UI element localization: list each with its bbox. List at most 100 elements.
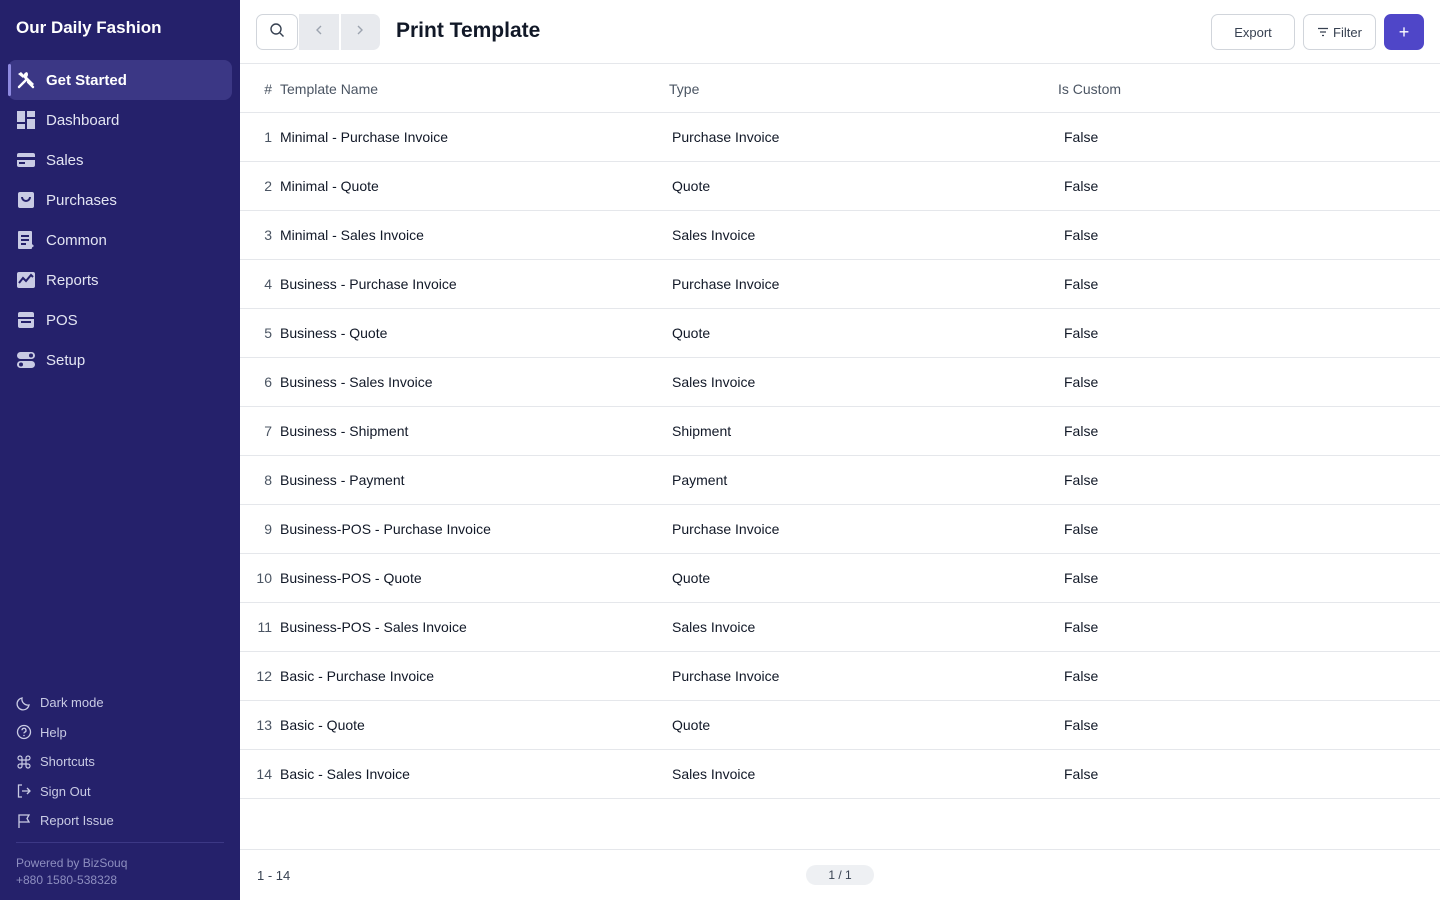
- template-name-cell: Business-POS - Sales Invoice: [280, 619, 467, 635]
- is-custom-cell: False: [1064, 717, 1099, 733]
- table-row[interactable]: 2 Minimal - Quote Quote False: [240, 162, 1440, 211]
- dark-mode-button[interactable]: Dark mode: [16, 688, 224, 718]
- row-number: 10: [256, 570, 272, 586]
- report-issue-button[interactable]: Report Issue: [16, 806, 224, 836]
- table-row[interactable]: 12 Basic - Purchase Invoice Purchase Invoi…: [240, 652, 1440, 701]
- sidebar-item-label: POS: [46, 311, 78, 329]
- type-cell: Quote: [672, 570, 711, 586]
- is-custom-cell: False: [1064, 276, 1099, 292]
- sidebar-nav: Get Started Dashboard Sales Purchases Co…: [8, 60, 232, 380]
- history-nav: [299, 14, 380, 50]
- page-title: Print Template: [396, 19, 541, 42]
- templates-table: # Template Name Type Is Custom 1 Minimal …: [240, 64, 1440, 799]
- forward-button[interactable]: [340, 14, 380, 50]
- table-row[interactable]: 6 Business - Sales Invoice Sales Invoice Fa…: [240, 358, 1440, 407]
- get-started-icon: [16, 70, 36, 90]
- type-cell: Shipment: [672, 423, 732, 439]
- table-row[interactable]: 14 Basic - Sales Invoice Sales Invoice Fals…: [240, 750, 1440, 799]
- row-number: 5: [264, 325, 272, 341]
- is-custom-cell: False: [1064, 129, 1099, 145]
- help-icon: [16, 724, 32, 740]
- is-custom-cell: False: [1064, 570, 1099, 586]
- back-button[interactable]: [299, 14, 339, 50]
- table-header: # Template Name Type Is Custom: [240, 64, 1440, 113]
- column-header-template-name: Template Name: [280, 80, 379, 97]
- template-name-cell: Minimal - Sales Invoice: [280, 227, 424, 243]
- reports-icon: [16, 270, 36, 290]
- search-icon: [269, 22, 285, 43]
- sidebar-item-pos[interactable]: POS: [8, 300, 232, 340]
- table-row[interactable]: 8 Business - Payment Payment False: [240, 456, 1440, 505]
- table-row[interactable]: 7 Business - Shipment Shipment False: [240, 407, 1440, 456]
- template-name-cell: Business - Quote: [280, 325, 388, 341]
- sidebar-item-purchases[interactable]: Purchases: [8, 180, 232, 220]
- template-name-cell: Business - Shipment: [280, 423, 409, 439]
- row-count: 1 - 14: [257, 868, 291, 883]
- sidebar-item-label: Common: [46, 231, 107, 249]
- table-row[interactable]: 13 Basic - Quote Quote False: [240, 701, 1440, 750]
- sidebar-item-sales[interactable]: Sales: [8, 140, 232, 180]
- sidebar-item-common[interactable]: Common: [8, 220, 232, 260]
- type-cell: Purchase Invoice: [672, 129, 780, 145]
- add-button[interactable]: +: [1384, 14, 1424, 50]
- template-name-cell: Minimal - Quote: [280, 178, 379, 194]
- sidebar-item-get-started[interactable]: Get Started: [8, 60, 232, 100]
- search-button[interactable]: [256, 14, 298, 50]
- chevron-right-icon: [354, 23, 366, 41]
- row-number: 8: [264, 472, 272, 488]
- filter-button[interactable]: Filter: [1303, 14, 1376, 50]
- help-button[interactable]: Help: [16, 718, 224, 748]
- table-row[interactable]: 9 Business-POS - Purchase Invoice Purchase…: [240, 505, 1440, 554]
- support-phone: +880 1580-538328: [16, 873, 118, 887]
- template-name-cell: Business-POS - Quote: [280, 570, 422, 586]
- template-name-cell: Minimal - Purchase Invoice: [280, 129, 449, 145]
- template-name-cell: Business - Purchase Invoice: [280, 276, 457, 292]
- column-header-type: Type: [669, 80, 700, 97]
- is-custom-cell: False: [1064, 766, 1099, 782]
- sidebar-divider: [16, 842, 224, 843]
- help-label: Help: [40, 724, 67, 740]
- table-row[interactable]: 11 Business-POS - Sales Invoice Sales Invo…: [240, 603, 1440, 652]
- table-row[interactable]: 5 Business - Quote Quote False: [240, 309, 1440, 358]
- is-custom-cell: False: [1064, 325, 1099, 341]
- is-custom-cell: False: [1064, 423, 1099, 439]
- table-row[interactable]: 4 Business - Purchase Invoice Purchase Inv…: [240, 260, 1440, 309]
- template-name-cell: Business - Sales Invoice: [280, 374, 433, 390]
- filter-icon: [1317, 26, 1329, 38]
- shortcuts-label: Shortcuts: [40, 754, 95, 770]
- sidebar-item-reports[interactable]: Reports: [8, 260, 232, 300]
- common-icon: [16, 230, 36, 250]
- powered-by: Powered by BizSouq +880 1580-538328: [16, 855, 127, 889]
- sidebar-item-setup[interactable]: Setup: [8, 340, 232, 380]
- sidebar-item-label: Get Started: [46, 71, 127, 89]
- row-number: 2: [264, 178, 272, 194]
- type-cell: Quote: [672, 717, 711, 733]
- type-cell: Sales Invoice: [672, 374, 756, 390]
- page-indicator[interactable]: 1 / 1: [806, 865, 874, 885]
- shortcuts-button[interactable]: Shortcuts: [16, 747, 224, 777]
- powered-by-text: Powered by BizSouq: [16, 856, 128, 870]
- table-row[interactable]: 3 Minimal - Sales Invoice Sales Invoice Fal…: [240, 211, 1440, 260]
- pos-icon: [16, 310, 36, 330]
- type-cell: Purchase Invoice: [672, 668, 780, 684]
- is-custom-cell: False: [1064, 374, 1099, 390]
- sidebar-item-label: Purchases: [46, 191, 117, 209]
- type-cell: Sales Invoice: [672, 619, 756, 635]
- report-issue-label: Report Issue: [40, 813, 114, 829]
- row-number: 14: [256, 766, 272, 782]
- sidebar-item-dashboard[interactable]: Dashboard: [8, 100, 232, 140]
- table-row[interactable]: 1 Minimal - Purchase Invoice Purchase Invo…: [240, 113, 1440, 162]
- sidebar: Our Daily Fashion Get Started Dashboard …: [0, 0, 240, 900]
- export-button[interactable]: Export: [1211, 14, 1295, 50]
- table-row[interactable]: 10 Business-POS - Quote Quote False: [240, 554, 1440, 603]
- table-footer: 1 - 14 1 / 1: [240, 849, 1440, 900]
- sales-icon: [16, 150, 36, 170]
- column-header-is-custom: Is Custom: [1058, 80, 1122, 97]
- moon-icon: [16, 695, 32, 711]
- template-name-cell: Basic - Sales Invoice: [280, 766, 410, 782]
- purchases-icon: [16, 190, 36, 210]
- sign-out-button[interactable]: Sign Out: [16, 777, 224, 807]
- row-number: 3: [264, 227, 272, 243]
- type-cell: Sales Invoice: [672, 227, 756, 243]
- type-cell: Payment: [672, 472, 728, 488]
